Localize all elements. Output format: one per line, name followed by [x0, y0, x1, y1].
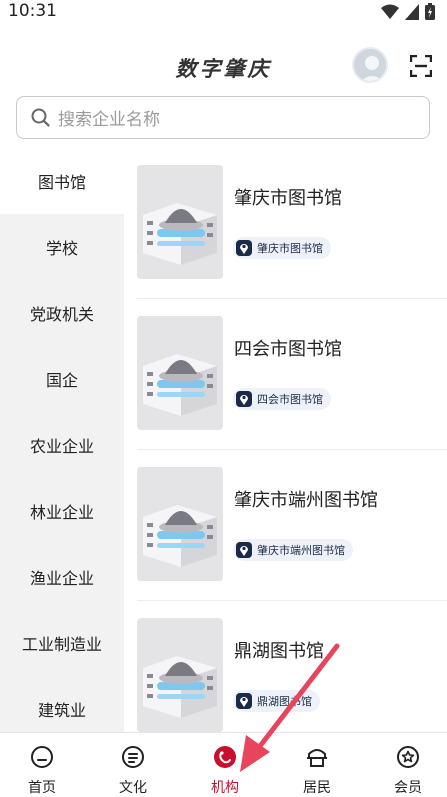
- tab-label: 首页: [28, 780, 56, 796]
- sidebar-item-construction[interactable]: 建筑业: [0, 676, 124, 732]
- organization-icon: [214, 746, 236, 768]
- institution-name: 鼎湖图书馆: [234, 641, 324, 662]
- location-pin-icon: [236, 240, 252, 256]
- member-icon: [397, 746, 419, 768]
- status-icons: [381, 3, 435, 20]
- building-thumbnail: [137, 618, 223, 732]
- institution-name: 肇庆市端州图书馆: [234, 490, 378, 511]
- sidebar-item-forestry[interactable]: 林业企业: [0, 478, 124, 544]
- library-building-image: [137, 618, 223, 732]
- building-thumbnail: [137, 467, 223, 581]
- search-input[interactable]: 搜索企业名称: [58, 105, 160, 130]
- avatar[interactable]: [352, 47, 388, 83]
- resident-icon: [307, 749, 327, 767]
- library-building-image: [137, 165, 223, 279]
- sidebar-item-fishery[interactable]: 渔业企业: [0, 544, 124, 610]
- search-icon: [31, 108, 50, 127]
- location-tag-label: 肇庆市图书馆: [257, 242, 323, 255]
- tab-label: 文化: [119, 780, 147, 796]
- tab-label: 机构: [211, 780, 239, 796]
- sidebar-item-state-enterprise[interactable]: 国企: [0, 346, 124, 412]
- institution-list: 肇庆市图书馆 肇庆市图书馆 四会市图书馆 四会市图书馆 肇庆市端州图书馆 肇庆市…: [124, 148, 447, 732]
- institution-name: 肇庆市图书馆: [234, 188, 342, 209]
- sidebar-item-library[interactable]: 图书馆: [0, 148, 124, 214]
- sidebar-item-government[interactable]: 党政机关: [0, 280, 124, 346]
- battery-icon: [425, 3, 435, 20]
- culture-icon: [122, 746, 144, 768]
- tab-culture[interactable]: 文化: [88, 733, 178, 796]
- location-pin-icon: [236, 693, 252, 709]
- list-item[interactable]: 四会市图书馆 四会市图书馆: [124, 299, 447, 450]
- institution-name: 四会市图书馆: [234, 339, 342, 360]
- home-icon: [31, 746, 53, 768]
- app-header: 数字肇庆: [0, 44, 447, 90]
- list-item[interactable]: 鼎湖图书馆 鼎湖图书馆: [124, 601, 447, 732]
- tab-home[interactable]: 首页: [0, 733, 87, 796]
- location-tag: 四会市图书馆: [233, 388, 331, 410]
- library-building-image: [137, 467, 223, 581]
- location-tag: 肇庆市图书馆: [233, 237, 331, 259]
- location-tag: 肇庆市端州图书馆: [233, 539, 353, 561]
- building-thumbnail: [137, 316, 223, 430]
- wifi-icon: [381, 4, 399, 19]
- location-tag-label: 鼎湖图书馆: [257, 695, 312, 708]
- location-pin-icon: [236, 391, 252, 407]
- library-building-image: [137, 316, 223, 430]
- status-time: 10:31: [8, 1, 57, 21]
- search-bar[interactable]: 搜索企业名称: [16, 96, 430, 139]
- list-item[interactable]: 肇庆市端州图书馆 肇庆市端州图书馆: [124, 450, 447, 601]
- signal-icon: [405, 3, 419, 20]
- location-tag: 鼎湖图书馆: [233, 690, 320, 712]
- status-bar: 10:31: [0, 0, 447, 24]
- sidebar-item-school[interactable]: 学校: [0, 214, 124, 280]
- location-tag-label: 四会市图书馆: [257, 393, 323, 406]
- location-pin-icon: [236, 542, 252, 558]
- tab-label: 会员: [394, 780, 422, 796]
- tab-label: 居民: [303, 780, 331, 796]
- sidebar-item-manufacturing[interactable]: 工业制造业: [0, 610, 124, 676]
- list-item[interactable]: 肇庆市图书馆 肇庆市图书馆: [124, 148, 447, 299]
- sidebar-item-agriculture[interactable]: 农业企业: [0, 412, 124, 478]
- scan-icon[interactable]: [410, 55, 432, 77]
- tab-member[interactable]: 会员: [363, 733, 447, 796]
- bottom-tab-bar: 首页 文化 机构 居民 会员: [0, 732, 447, 796]
- tab-resident[interactable]: 居民: [272, 733, 362, 796]
- category-sidebar: 图书馆 学校 党政机关 国企 农业企业 林业企业 渔业企业 工业制造业 建筑业: [0, 148, 124, 732]
- location-tag-label: 肇庆市端州图书馆: [257, 544, 345, 557]
- building-thumbnail: [137, 165, 223, 279]
- tab-organization[interactable]: 机构: [180, 733, 270, 796]
